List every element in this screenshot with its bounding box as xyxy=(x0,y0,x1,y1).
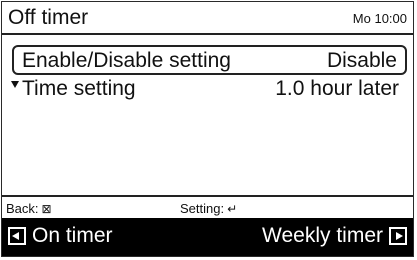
on-timer-label: On timer xyxy=(32,224,113,247)
weekly-timer-nav[interactable]: Weekly timer xyxy=(262,224,407,248)
setting-hint-label: Setting: xyxy=(180,201,225,216)
on-timer-nav[interactable]: On timer xyxy=(8,224,113,248)
setting-value: 1.0 hour later xyxy=(275,77,399,100)
time-setting-row[interactable]: Time setting 1.0 hour later xyxy=(12,75,407,105)
timer-screen: Off timer Mo 10:00 Enable/Disable settin… xyxy=(1,1,414,257)
page-next-icon xyxy=(389,227,407,245)
back-hint: Back: ⊠ xyxy=(6,201,52,217)
cancel-box-icon: ⊠ xyxy=(41,202,52,216)
setting-label: Enable/Disable setting xyxy=(22,49,231,72)
setting-label: Time setting xyxy=(22,77,136,100)
clock-display: Mo 10:00 xyxy=(352,11,407,26)
page-prev-icon xyxy=(8,227,26,245)
weekly-timer-label: Weekly timer xyxy=(262,224,383,247)
footer-divider xyxy=(2,195,413,197)
header-divider xyxy=(2,33,413,35)
setting-hint: Setting: ↵ xyxy=(180,201,237,217)
screen-title: Off timer xyxy=(8,6,89,29)
back-hint-label: Back: xyxy=(6,201,39,216)
nav-bar: On timer Weekly timer xyxy=(2,218,413,256)
enable-disable-setting-row[interactable]: Enable/Disable setting Disable xyxy=(12,45,407,75)
setting-value: Disable xyxy=(326,49,397,72)
enter-return-icon: ↵ xyxy=(227,202,238,216)
